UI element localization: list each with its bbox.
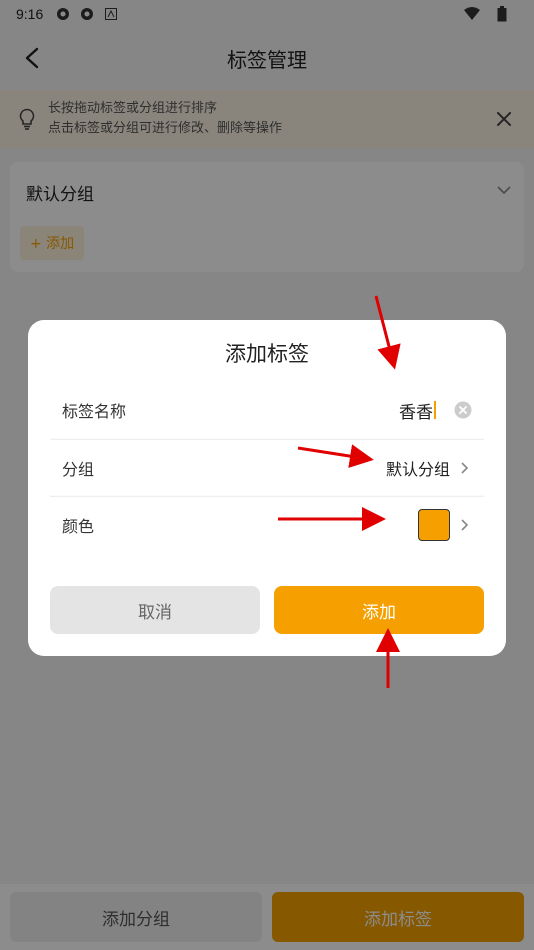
confirm-add-button[interactable]: 添加 — [274, 586, 484, 634]
chevron-right-icon — [458, 518, 472, 532]
add-label-dialog: 添加标签 标签名称 分组 默认分组 颜色 — [28, 320, 506, 656]
cancel-button[interactable]: 取消 — [50, 586, 260, 634]
label-name-row: 标签名称 — [50, 382, 484, 438]
color-row[interactable]: 颜色 — [50, 496, 484, 552]
text-caret — [434, 401, 436, 419]
chevron-right-icon — [458, 461, 472, 475]
label-name-input[interactable] — [313, 400, 433, 420]
clear-input-icon[interactable] — [454, 401, 472, 419]
label-name-label: 标签名称 — [62, 402, 127, 421]
form-box: 标签名称 分组 默认分组 颜色 — [50, 382, 484, 552]
color-label: 颜色 — [62, 516, 95, 536]
group-value: 默认分组 — [385, 459, 450, 479]
color-swatch[interactable] — [418, 508, 450, 541]
group-row[interactable]: 分组 默认分组 — [50, 439, 484, 495]
group-label: 分组 — [62, 459, 95, 479]
dialog-title: 添加标签 — [225, 342, 309, 366]
